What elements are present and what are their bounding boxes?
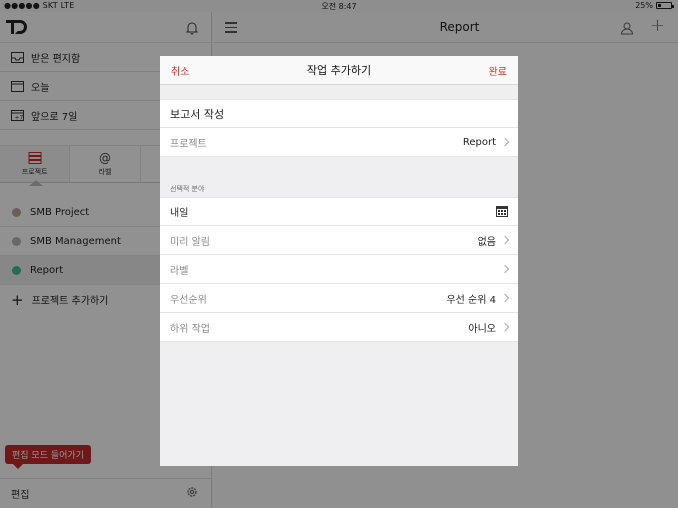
project-row[interactable]: 프로젝트 Report — [160, 128, 518, 157]
chevron-right-icon — [500, 235, 510, 245]
due-date-row[interactable]: 내일 — [160, 197, 518, 226]
section-label: 선택적 분야 — [170, 185, 205, 193]
chevron-right-icon — [500, 264, 510, 274]
reminder-row[interactable]: 미리 알림 없음 — [160, 226, 518, 255]
priority-row[interactable]: 우선순위 우선 순위 4 — [160, 284, 518, 313]
modal-spacer — [160, 85, 518, 99]
due-date-value: 내일 — [170, 208, 189, 219]
calendar-icon[interactable] — [496, 206, 508, 217]
subtask-row[interactable]: 하위 작업 아니오 — [160, 313, 518, 342]
done-button[interactable]: 완료 — [489, 63, 507, 78]
project-value: Report — [462, 136, 496, 148]
modal-header: 취소 작업 추가하기 완료 — [160, 56, 518, 85]
add-task-modal: 취소 작업 추가하기 완료 보고서 작성 프로젝트 Report 선택적 분야 … — [160, 56, 518, 466]
priority-label: 우선순위 — [170, 294, 207, 306]
modal-title: 작업 추가하기 — [306, 64, 372, 77]
chevron-right-icon — [500, 137, 510, 147]
labels-label: 라벨 — [170, 265, 189, 277]
chevron-right-icon — [500, 293, 510, 303]
priority-value: 우선 순위 4 — [446, 294, 496, 306]
subtask-value: 아니오 — [468, 323, 496, 335]
task-name-field[interactable]: 보고서 작성 — [160, 99, 518, 128]
chevron-right-icon — [500, 322, 510, 332]
modal-spacer — [160, 157, 518, 179]
project-label: 프로젝트 — [170, 138, 207, 150]
reminder-label: 미리 알림 — [170, 236, 210, 248]
subtask-label: 하위 작업 — [170, 323, 210, 335]
task-name-value: 보고서 작성 — [170, 107, 225, 121]
reminder-value: 없음 — [477, 236, 496, 248]
cancel-button[interactable]: 취소 — [171, 63, 189, 78]
labels-row[interactable]: 라벨 — [160, 255, 518, 284]
